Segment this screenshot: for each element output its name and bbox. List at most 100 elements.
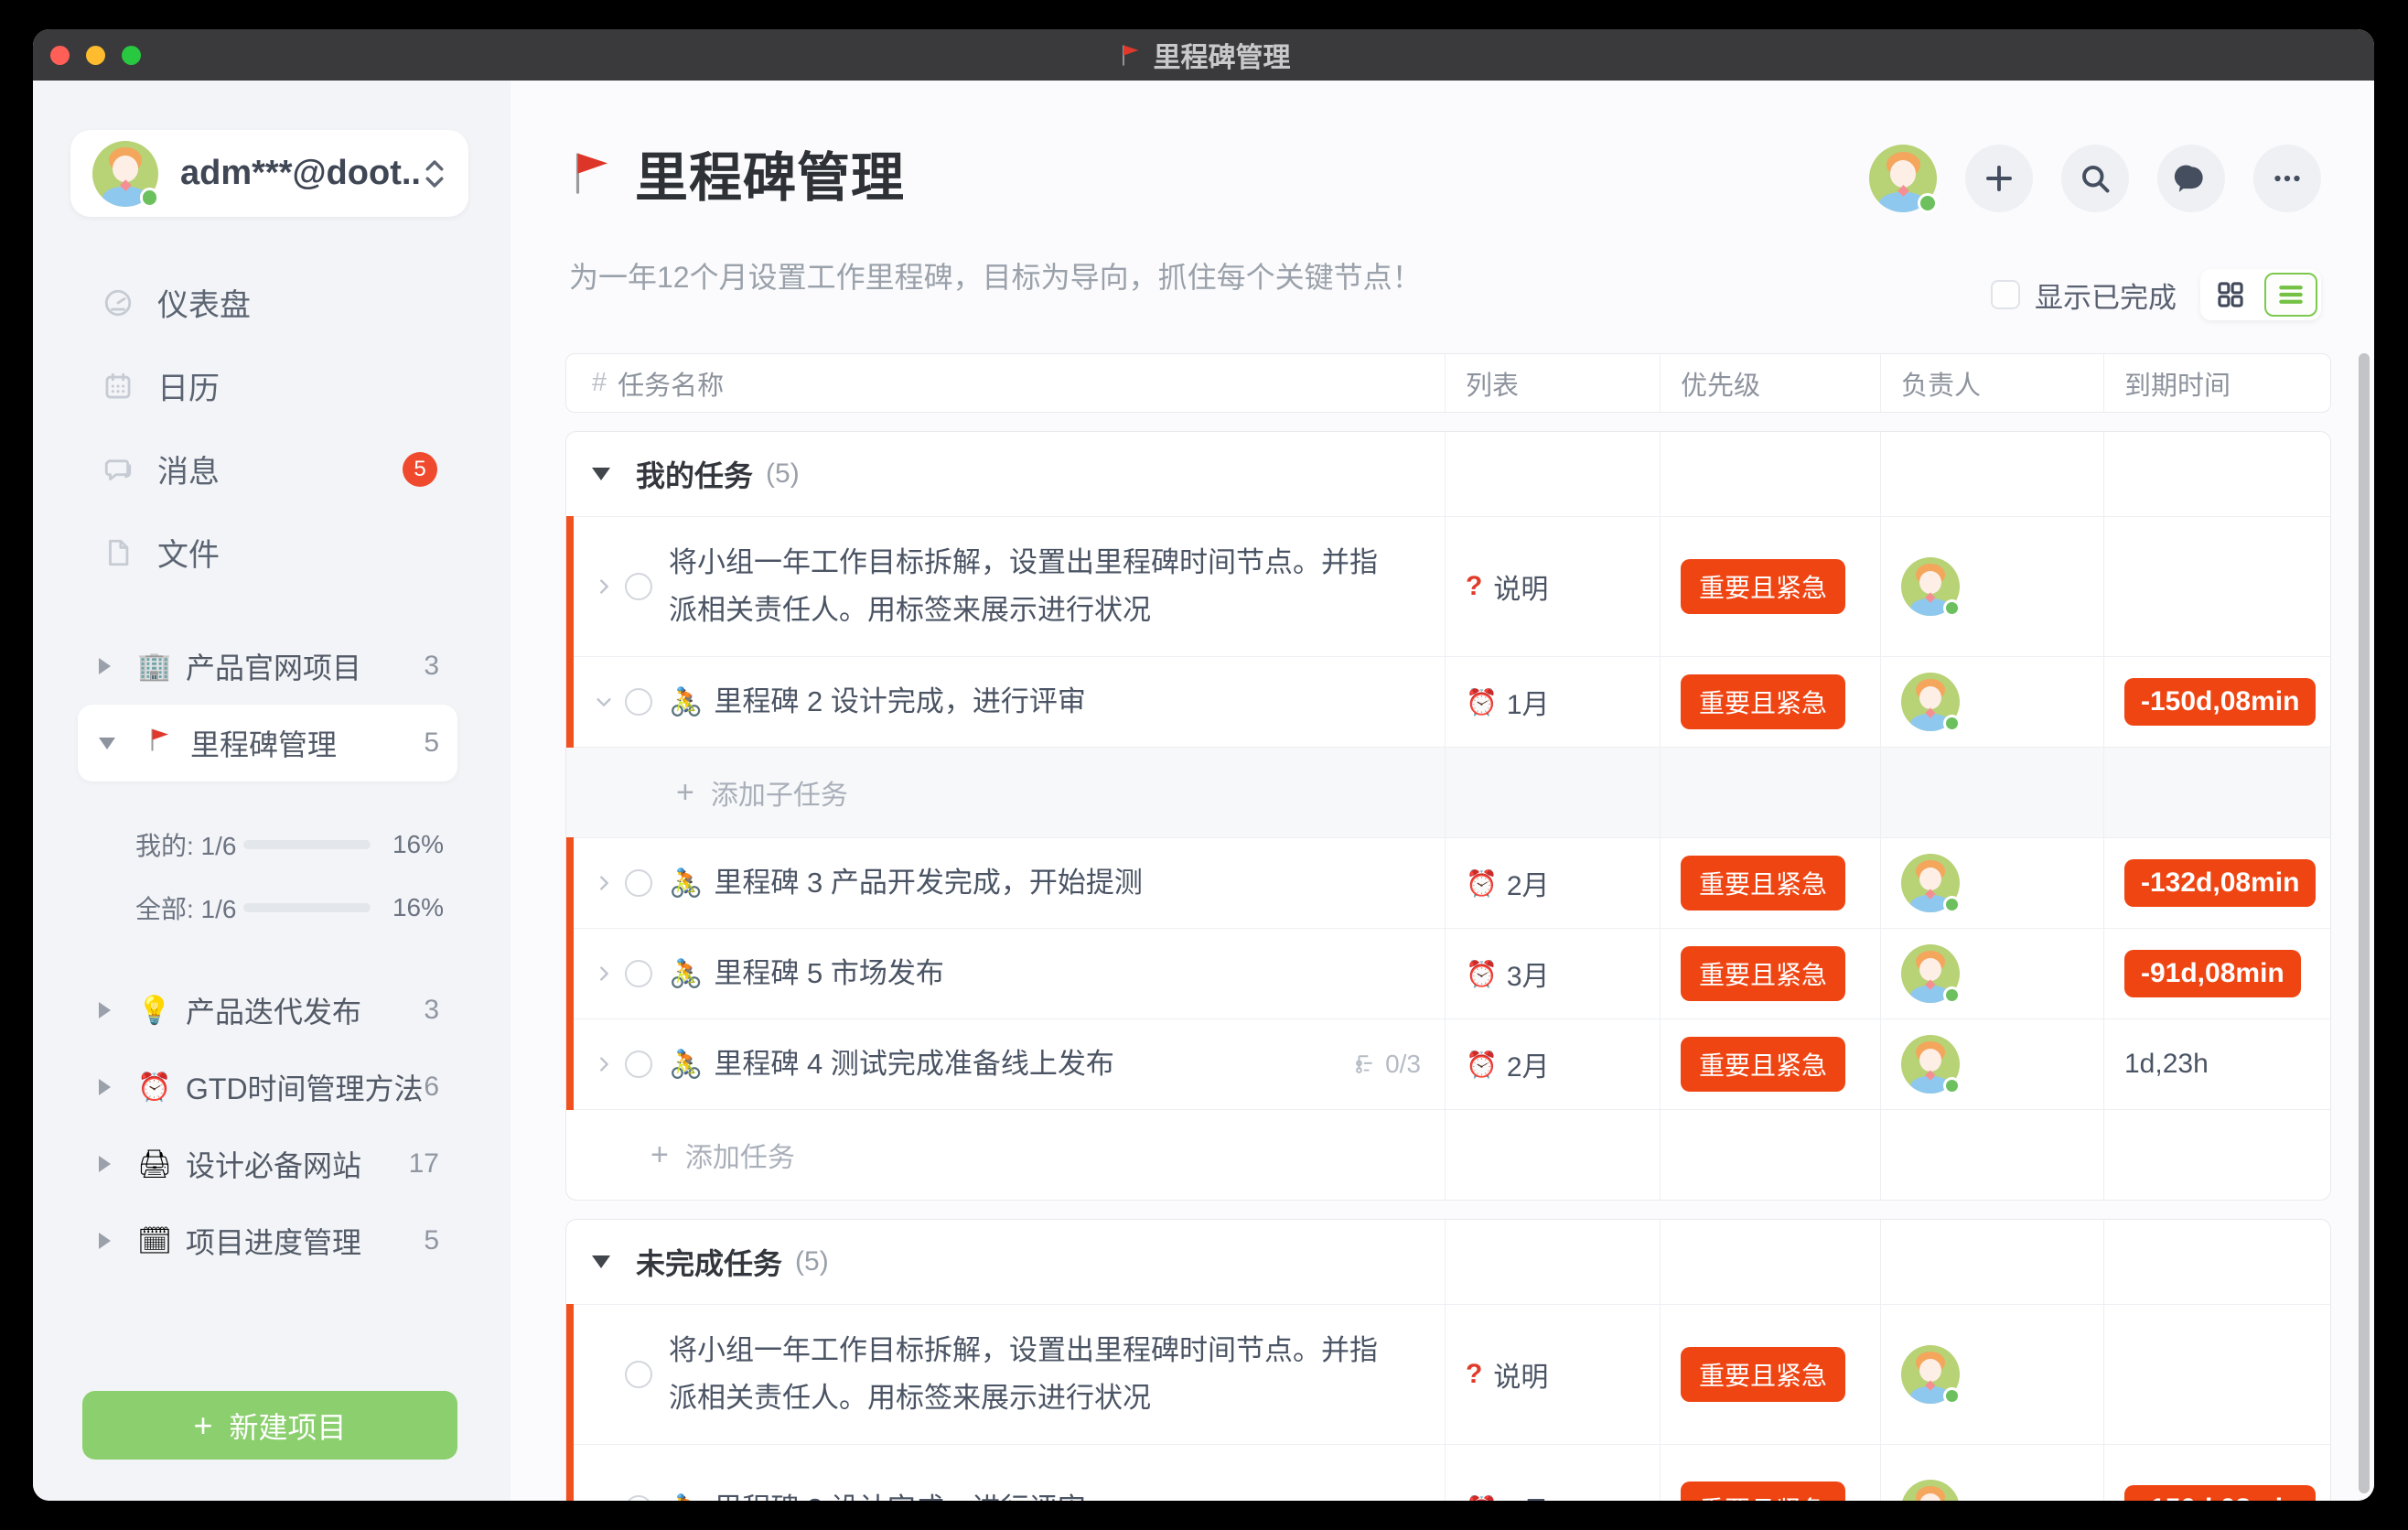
expand-right-icon[interactable] (99, 1233, 111, 1249)
project-item-selected[interactable]: 里程碑管理 5 (78, 705, 457, 781)
project-list-secondary: 💡 产品迭代发布 3 ⏰ GTD时间管理方法 6 🖨 设计必备网站 17 (33, 972, 511, 1279)
collapse-icon[interactable] (592, 1255, 610, 1268)
chevron-right-icon[interactable] (594, 873, 614, 893)
project-item[interactable]: ⏰ GTD时间管理方法 6 (78, 1049, 457, 1126)
task-checkbox[interactable] (625, 688, 652, 716)
due-time-badge: -132d,08min (2124, 859, 2316, 907)
priority-badge: 重要且紧急 (1681, 1482, 1845, 1501)
project-item[interactable]: 🖨 设计必备网站 17 (78, 1126, 457, 1202)
sidebar-item-calendar[interactable]: 日历 (33, 344, 511, 427)
chevron-right-icon[interactable] (594, 1054, 614, 1074)
show-completed-label: 显示已完成 (2035, 275, 2177, 316)
add-button[interactable] (1965, 145, 2033, 212)
task-row[interactable]: 🚴 里程碑 2 设计完成，进行评审 ⏰1月 重要且紧急 -150d,08min (566, 1444, 2330, 1501)
task-checkbox[interactable] (625, 573, 652, 600)
alarm-icon: ⏰ (1466, 1050, 1498, 1080)
group-header[interactable]: 未完成任务 (5) (566, 1220, 2330, 1304)
assignee-avatar (1901, 673, 1960, 731)
task-emoji: 🚴 (669, 1493, 703, 1502)
assignee-avatar (1901, 1345, 1960, 1404)
expand-right-icon[interactable] (99, 1156, 111, 1172)
task-group-uncompleted: 未完成任务 (5) 将小组一年工作目标拆解，设置出里程碑时间节点。并指派相关责任… (565, 1219, 2331, 1501)
online-status-dot (1918, 193, 1938, 213)
more-button[interactable] (2253, 145, 2321, 212)
column-task-name[interactable]: #任务名称 (566, 354, 1445, 412)
task-row[interactable]: 将小组一年工作目标拆解，设置出里程碑时间节点。并指派相关责任人。用标签来展示进行… (566, 1304, 2330, 1444)
column-list[interactable]: 列表 (1445, 354, 1660, 412)
calendar-icon (102, 371, 134, 402)
list-view-button[interactable] (2264, 273, 2317, 317)
project-emoji: 🖨 (129, 1148, 180, 1180)
column-assignee[interactable]: 负责人 (1880, 354, 2103, 412)
project-item[interactable]: 💡 产品迭代发布 3 (78, 972, 457, 1049)
task-row[interactable]: 将小组一年工作目标拆解，设置出里程碑时间节点。并指派相关责任人。用标签来展示进行… (566, 516, 2330, 656)
task-row[interactable]: 🚴 里程碑 4 测试完成准备线上发布 0/3 ⏰2月 重要且紧急 1d,23h (566, 1018, 2330, 1109)
task-row[interactable]: 🚴 里程碑 5 市场发布 ⏰3月 重要且紧急 -91d,08min (566, 928, 2330, 1018)
page-subtitle: 为一年12个月设置工作里程碑，目标为导向，抓住每个关键节点！ (569, 254, 1422, 296)
grid-icon (2215, 279, 2246, 310)
expand-right-icon[interactable] (99, 658, 111, 674)
task-group-my-tasks: 我的任务 (5) 将小组一年工作目标拆解，设置出里程碑时间节点。并指派相关责任人… (565, 431, 2331, 1201)
column-priority[interactable]: 优先级 (1660, 354, 1880, 412)
expand-right-icon[interactable] (99, 1002, 111, 1018)
user-avatar[interactable] (1869, 145, 1937, 212)
task-count: 17 (409, 1148, 439, 1180)
task-checkbox[interactable] (625, 1495, 652, 1501)
subtask-indicator: 0/3 (1354, 1050, 1445, 1079)
due-time-text: 1d,23h (2124, 1049, 2209, 1080)
alarm-icon: ⏰ (1466, 687, 1498, 717)
task-table: #任务名称 列表 优先级 负责人 到期时间 我的任务 (5) (565, 353, 2331, 1501)
group-header[interactable]: 我的任务 (5) (566, 432, 2330, 516)
online-status-dot (140, 188, 160, 208)
alarm-icon: ⏰ (1466, 959, 1498, 989)
board-view-button[interactable] (2204, 273, 2257, 317)
show-completed-toggle[interactable]: 显示已完成 (1991, 275, 2177, 316)
chat-button[interactable] (2157, 145, 2225, 212)
sidebar-item-files[interactable]: 文件 (33, 511, 511, 594)
app-window: 里程碑管理 adm***@doot... 仪表盘 (33, 29, 2374, 1501)
task-checkbox[interactable] (625, 1051, 652, 1078)
task-count: 3 (424, 995, 439, 1026)
task-checkbox[interactable] (625, 960, 652, 987)
sidebar-item-dashboard[interactable]: 仪表盘 (33, 261, 511, 344)
chevron-up-down-icon (423, 158, 446, 189)
vertical-scrollbar[interactable] (2359, 353, 2370, 1493)
project-emoji: 🗓 (129, 1225, 180, 1257)
collapse-icon[interactable] (592, 468, 610, 480)
chevron-down-icon[interactable] (594, 692, 614, 712)
task-checkbox[interactable] (625, 869, 652, 897)
task-row[interactable]: 🚴 里程碑 3 产品开发完成，开始提测 ⏰2月 重要且紧急 -132d,08mi… (566, 837, 2330, 928)
due-time-badge: -150d,08min (2124, 678, 2316, 726)
priority-badge: 重要且紧急 (1681, 946, 1845, 1001)
add-task-row[interactable]: +添加任务 (566, 1109, 2330, 1200)
sidebar-item-label: 日历 (157, 363, 220, 408)
priority-badge: 重要且紧急 (1681, 559, 1845, 614)
expand-right-icon[interactable] (99, 1079, 111, 1095)
new-project-button[interactable]: + 新建项目 (82, 1391, 457, 1460)
expand-down-icon[interactable] (99, 738, 115, 749)
assignee-avatar (1901, 944, 1960, 1003)
project-item[interactable]: 🗓 项目进度管理 5 (78, 1202, 457, 1279)
task-checkbox[interactable] (625, 1361, 652, 1388)
task-count: 3 (424, 651, 439, 682)
priority-badge: 重要且紧急 (1681, 1037, 1845, 1092)
question-icon: ? (1466, 571, 1482, 602)
project-item[interactable]: 🏢 产品官网项目 3 (78, 628, 457, 705)
task-row[interactable]: 🚴 里程碑 2 设计完成，进行评审 ⏰1月 重要且紧急 -150d,08min (566, 656, 2330, 747)
sidebar-item-messages[interactable]: 消息 5 (33, 427, 511, 511)
chevron-right-icon[interactable] (594, 576, 614, 597)
progress-row-all: 全部: 1/6 16% (33, 876, 511, 939)
column-due[interactable]: 到期时间 (2103, 354, 2332, 412)
project-list: 🏢 产品官网项目 3 里程碑管理 5 (33, 628, 511, 781)
account-switcher[interactable]: adm***@doot... (70, 130, 468, 217)
chevron-right-icon[interactable] (594, 964, 614, 984)
plus-icon: + (676, 775, 694, 811)
search-button[interactable] (2061, 145, 2129, 212)
window-title-text: 里程碑管理 (1154, 35, 1291, 75)
progress-row-mine: 我的: 1/6 16% (33, 813, 511, 876)
show-completed-checkbox[interactable] (1991, 280, 2020, 309)
add-subtask-row[interactable]: +添加子任务 (566, 747, 2330, 837)
account-name: adm***@doot... (180, 154, 423, 193)
alarm-icon: ⏰ (1466, 1494, 1498, 1502)
subtask-tree-icon (1354, 1053, 1376, 1075)
